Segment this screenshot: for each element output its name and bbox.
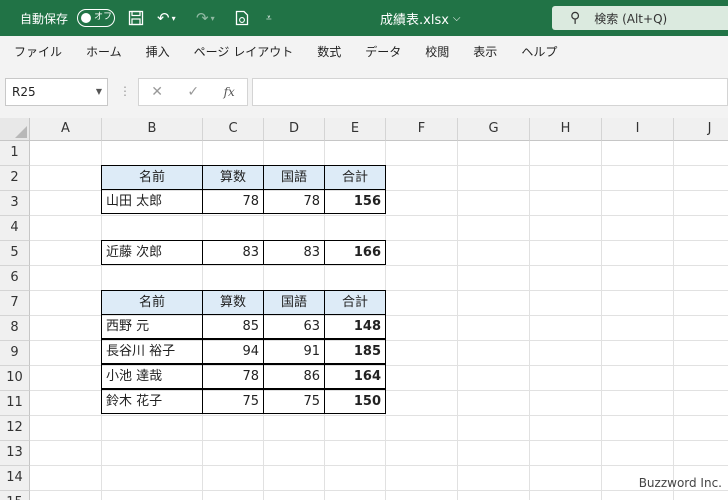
print-preview-icon[interactable] xyxy=(235,0,249,36)
row-header-7[interactable]: 7 xyxy=(0,291,30,316)
search-icon: ⚲ xyxy=(570,10,581,26)
chevron-down-icon: ⌵ xyxy=(452,12,461,24)
tab-review[interactable]: 校閲 xyxy=(425,43,449,60)
column-header-i[interactable]: I xyxy=(602,118,674,141)
tab-formulas[interactable]: 数式 xyxy=(317,43,341,60)
tab-home[interactable]: ホーム xyxy=(86,43,122,60)
row-header-4[interactable]: 4 xyxy=(0,216,30,241)
select-all-button[interactable] xyxy=(0,118,30,141)
name-cell[interactable]: 近藤 次郎 xyxy=(101,240,203,265)
japanese-score-cell[interactable]: 83 xyxy=(263,240,325,265)
cancel-icon[interactable]: ✕ xyxy=(151,84,163,100)
spreadsheet-grid[interactable]: A B C D E F G H I J 1 2 3 4 5 6 7 8 9 10… xyxy=(0,118,728,500)
math-score-cell[interactable]: 83 xyxy=(202,240,264,265)
formula-input[interactable] xyxy=(252,78,728,106)
table-header-cell[interactable]: 国語 xyxy=(263,290,325,315)
japanese-score-cell[interactable]: 86 xyxy=(263,364,325,389)
math-score-cell[interactable]: 75 xyxy=(202,389,264,414)
row-header-1[interactable]: 1 xyxy=(0,141,30,166)
tab-help[interactable]: ヘルプ xyxy=(521,43,557,60)
autosave-state: オフ xyxy=(94,12,113,22)
tab-data[interactable]: データ xyxy=(365,43,401,60)
search-placeholder: 検索 (Alt+Q) xyxy=(594,11,668,26)
filename: 成績表.xlsx xyxy=(380,12,449,28)
column-header-f[interactable]: F xyxy=(386,118,458,141)
row-header-5[interactable]: 5 xyxy=(0,241,30,266)
row-header-10[interactable]: 10 xyxy=(0,366,30,391)
table-header-cell[interactable]: 合計 xyxy=(324,290,386,315)
name-cell[interactable]: 長谷川 裕子 xyxy=(101,339,203,364)
row-header-11[interactable]: 11 xyxy=(0,391,30,416)
japanese-score-cell[interactable]: 63 xyxy=(263,314,325,339)
row-header-14[interactable]: 14 xyxy=(0,466,30,491)
math-score-cell[interactable]: 78 xyxy=(202,364,264,389)
total-cell[interactable]: 166 xyxy=(324,240,386,265)
row-header-8[interactable]: 8 xyxy=(0,316,30,341)
tab-insert[interactable]: 挿入 xyxy=(146,43,170,60)
drag-handle-icon[interactable]: ⋮ xyxy=(119,78,131,106)
row-header-15[interactable]: 15 xyxy=(0,491,30,500)
undo-icon[interactable]: ↶ ▾ xyxy=(157,0,176,36)
column-header-b[interactable]: B xyxy=(102,118,203,141)
customize-toolbar-icon[interactable]: ⩡ xyxy=(266,0,272,36)
math-score-cell[interactable]: 85 xyxy=(202,314,264,339)
name-cell[interactable]: 小池 達哉 xyxy=(101,364,203,389)
japanese-score-cell[interactable]: 91 xyxy=(263,339,325,364)
table-header-cell[interactable]: 算数 xyxy=(202,165,264,190)
column-header-a[interactable]: A xyxy=(30,118,102,141)
table-header-cell[interactable]: 名前 xyxy=(101,290,203,315)
total-cell[interactable]: 164 xyxy=(324,364,386,389)
japanese-score-cell[interactable]: 75 xyxy=(263,389,325,414)
total-cell[interactable]: 185 xyxy=(324,339,386,364)
chevron-down-icon: ▼ xyxy=(95,87,102,96)
row-header-13[interactable]: 13 xyxy=(0,441,30,466)
row-header-12[interactable]: 12 xyxy=(0,416,30,441)
toggle-knob xyxy=(81,13,91,23)
tab-file[interactable]: ファイル xyxy=(14,43,62,60)
autosave-toggle[interactable]: オフ xyxy=(77,9,115,27)
name-cell[interactable]: 山田 太郎 xyxy=(101,189,203,214)
table-header-cell[interactable]: 名前 xyxy=(101,165,203,190)
math-score-cell[interactable]: 78 xyxy=(202,189,264,214)
total-cell[interactable]: 150 xyxy=(324,389,386,414)
name-box[interactable]: R25 ▼ xyxy=(5,78,108,106)
tab-view[interactable]: 表示 xyxy=(473,43,497,60)
row-header-3[interactable]: 3 xyxy=(0,191,30,216)
document-title[interactable]: 成績表.xlsx ⌵ xyxy=(380,0,461,36)
redo-icon[interactable]: ↷ ▾ xyxy=(196,0,215,36)
column-header-g[interactable]: G xyxy=(458,118,530,141)
math-score-cell[interactable]: 94 xyxy=(202,339,264,364)
table-header-cell[interactable]: 合計 xyxy=(324,165,386,190)
save-icon[interactable] xyxy=(128,0,144,36)
enter-icon[interactable]: ✓ xyxy=(187,84,199,100)
table-header-cell[interactable]: 算数 xyxy=(202,290,264,315)
insert-function-icon[interactable]: fx xyxy=(224,85,235,99)
column-header-e[interactable]: E xyxy=(325,118,386,141)
total-cell[interactable]: 148 xyxy=(324,314,386,339)
ribbon-tabs: ファイル ホーム 挿入 ページ レイアウト 数式 データ 校閲 表示 ヘルプ xyxy=(0,36,728,66)
column-header-c[interactable]: C xyxy=(203,118,264,141)
row-header-6[interactable]: 6 xyxy=(0,266,30,291)
search-box[interactable]: ⚲ 検索 (Alt+Q) xyxy=(552,6,728,30)
autosave-label: 自動保存 xyxy=(20,11,69,26)
column-header-j[interactable]: J xyxy=(674,118,728,141)
watermark: Buzzword Inc. xyxy=(638,476,722,490)
name-box-value: R25 xyxy=(12,85,36,99)
row-header-9[interactable]: 9 xyxy=(0,341,30,366)
title-bar: 自動保存 オフ ↶ ▾ ↷ ▾ ⩡ 成績表.xlsx ⌵ ⚲ 検索 (Alt+Q) xyxy=(0,0,728,36)
row-header-2[interactable]: 2 xyxy=(0,166,30,191)
name-cell[interactable]: 西野 元 xyxy=(101,314,203,339)
name-cell[interactable]: 鈴木 花子 xyxy=(101,389,203,414)
tab-page-layout[interactable]: ページ レイアウト xyxy=(194,43,294,60)
column-header-d[interactable]: D xyxy=(264,118,325,141)
table-header-cell[interactable]: 国語 xyxy=(263,165,325,190)
japanese-score-cell[interactable]: 78 xyxy=(263,189,325,214)
total-cell[interactable]: 156 xyxy=(324,189,386,214)
formula-bar: R25 ▼ ⋮ ✕ ✓ fx xyxy=(0,66,728,118)
column-header-h[interactable]: H xyxy=(530,118,602,141)
formula-buttons: ✕ ✓ fx xyxy=(138,78,248,106)
